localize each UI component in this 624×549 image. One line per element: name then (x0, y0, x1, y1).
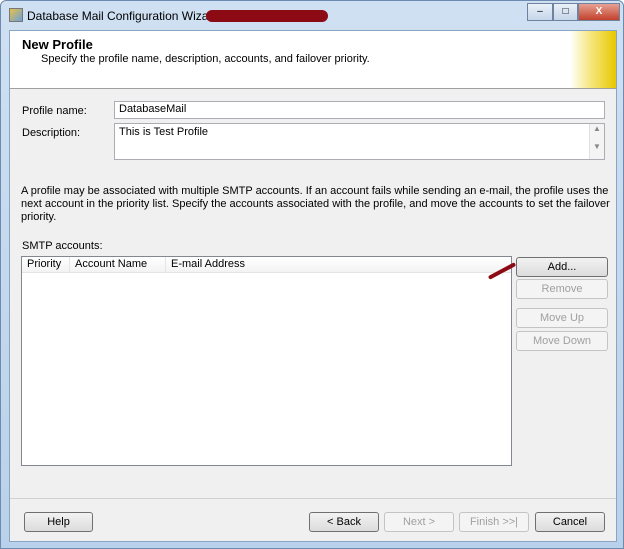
title-bar: Database Mail Configuration Wizard – □ X (1, 1, 623, 29)
app-icon (9, 8, 23, 22)
finish-button[interactable]: Finish >>| (459, 512, 529, 532)
move-up-button[interactable]: Move Up (516, 308, 608, 328)
help-button[interactable]: Help (24, 512, 93, 532)
column-account-name[interactable]: Account Name (70, 257, 166, 272)
description-text: This is Test Profile (119, 126, 209, 138)
window-title: Database Mail Configuration Wizard (27, 9, 220, 23)
page-title: New Profile (22, 37, 93, 52)
remove-button[interactable]: Remove (516, 279, 608, 299)
back-button[interactable]: < Back (309, 512, 379, 532)
list-header: Priority Account Name E-mail Address (22, 257, 511, 273)
minimize-button[interactable]: – (527, 3, 553, 21)
profile-name-label: Profile name: (22, 105, 87, 117)
column-priority[interactable]: Priority (22, 257, 70, 272)
maximize-button[interactable]: □ (553, 3, 578, 21)
close-button[interactable]: X (578, 3, 620, 21)
smtp-accounts-label: SMTP accounts: (22, 240, 103, 252)
smtp-accounts-list[interactable]: Priority Account Name E-mail Address (21, 256, 512, 466)
next-button[interactable]: Next > (384, 512, 454, 532)
description-textarea[interactable]: This is Test Profile ▲ ▼ (114, 123, 605, 160)
description-scrollbar[interactable]: ▲ ▼ (589, 124, 604, 159)
column-email-address[interactable]: E-mail Address (166, 257, 511, 272)
move-down-button[interactable]: Move Down (516, 331, 608, 351)
add-button[interactable]: Add... (516, 257, 608, 277)
wizard-body: New Profile Specify the profile name, de… (9, 30, 617, 542)
description-label: Description: (22, 127, 81, 139)
profile-name-input[interactable]: DatabaseMail (114, 101, 605, 119)
redaction-mark (206, 10, 328, 22)
cancel-button[interactable]: Cancel (535, 512, 605, 532)
wizard-window: Database Mail Configuration Wizard – □ X… (0, 0, 624, 549)
footer-divider (10, 498, 616, 499)
info-text: A profile may be associated with multipl… (21, 185, 610, 223)
wizard-header: New Profile Specify the profile name, de… (10, 31, 616, 89)
page-subtitle: Specify the profile name, description, a… (41, 53, 370, 65)
database-mail-logo-icon (570, 31, 616, 88)
